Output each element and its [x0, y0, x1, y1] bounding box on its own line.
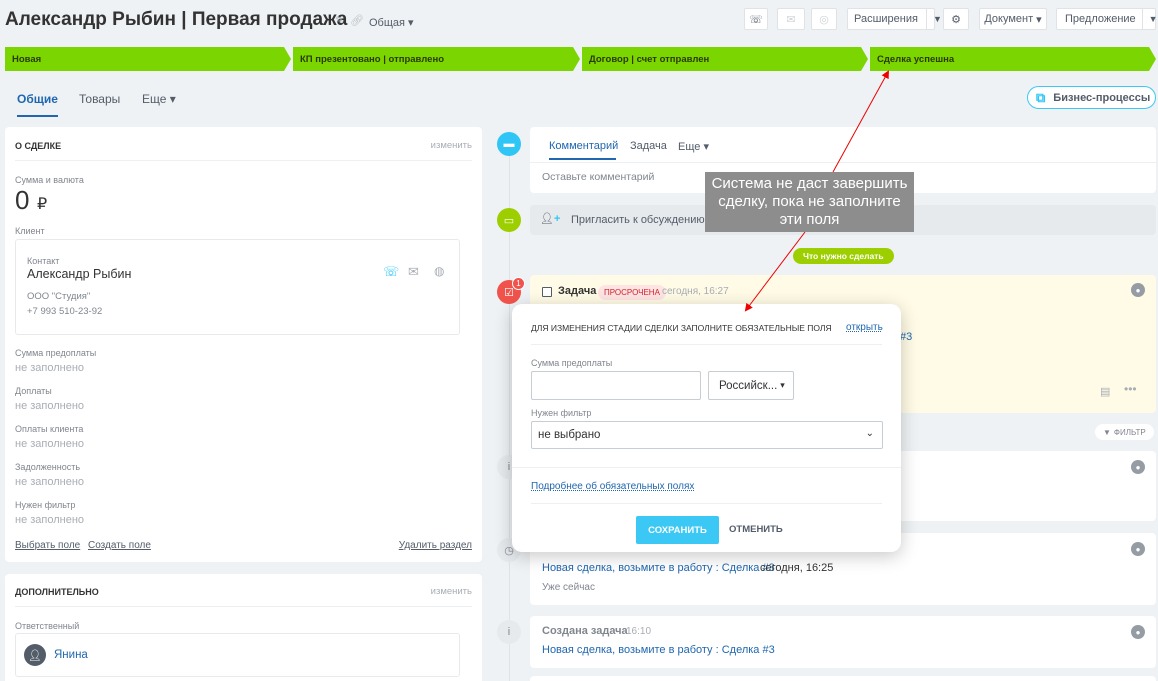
- annotation-arrows: [744, 70, 889, 312]
- arrow-to-popup: [744, 231, 806, 312]
- arrow-to-stage: [832, 70, 889, 173]
